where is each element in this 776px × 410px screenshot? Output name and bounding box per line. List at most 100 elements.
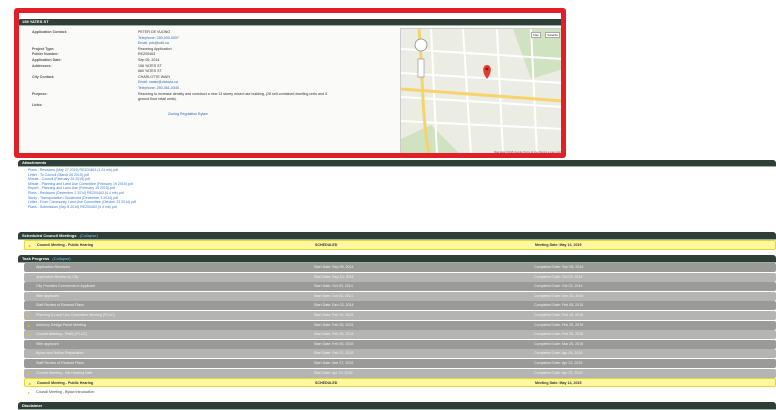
task-name: Advisory Design Panel Meeting: [36, 322, 86, 327]
task-row[interactable]: ▸ Council Meeting - Bylaw Introduction: [24, 387, 776, 397]
attachment-link[interactable]: Plans - Submission (Sep 8 2014) REZ00463…: [28, 205, 408, 210]
arrow-right-icon: ▸: [28, 313, 31, 318]
meetings-title: Scheduled Council Meetings: [22, 233, 77, 238]
task-completed: Completed Date: Feb 25, 2015: [534, 322, 584, 327]
arrow-right-icon: ▸: [28, 389, 31, 395]
task-completed: Meeting Date: May 14, 2015: [535, 381, 582, 386]
map-type-button[interactable]: Map: [531, 32, 541, 38]
field-value: Rezoning Application: [138, 46, 172, 51]
task-row[interactable]: With applicant Start Date: Oct 03, 2014 Co…: [24, 291, 776, 301]
field-label: Application Contact:: [32, 30, 68, 34]
map-footer: Map data ©2015 Google Terms of Use Repor…: [494, 151, 561, 154]
task-name: Planning & Land Use Committee Meeting (P…: [36, 313, 115, 317]
meeting-row[interactable]: ▸ Council Meeting - Public Hearing SCHED…: [24, 240, 776, 250]
meeting-status: SCHEDULED: [315, 243, 338, 247]
task-row[interactable]: ▸ Planning & Land Use Committee Meeting (…: [24, 311, 776, 320]
tasks-collapse-link[interactable]: (Collapse): [52, 256, 70, 261]
task-name: Bylaw and Notice Preparation: [36, 351, 84, 356]
detail-panel: Application Contact: PETER DE VUONO Teleph…: [18, 26, 566, 156]
task-row[interactable]: Staff Review of Revised Plans Start Date:…: [24, 359, 776, 368]
task-start: Start Date: Feb 19, 2015: [314, 313, 354, 317]
task-start: Start Date: Feb 25, 2015: [314, 322, 354, 327]
arrow-right-icon: ▸: [29, 243, 32, 248]
attachments-title: Attachments: [22, 160, 47, 165]
task-completed: Completed Date: Dec 03, 2014: [534, 293, 584, 298]
task-completed: Completed Date: Oct 03, 2014: [534, 274, 583, 279]
field-value[interactable]: Email: cwain@victoria.ca: [138, 80, 178, 84]
task-completed: Completed Date: Sep 05, 2014: [534, 265, 584, 269]
task-start: Start Date: Sep 05, 2014: [314, 265, 354, 269]
task-row[interactable]: ▸ Advisory Design Panel Meeting Start Date…: [24, 320, 776, 330]
task-name: Staff Review of Revised Plans: [36, 361, 85, 365]
field-value[interactable]: Zoning Regulation Bylaw: [168, 112, 208, 116]
field-value[interactable]: Telephone: 250-000-0097: [138, 36, 179, 40]
disclaimer-header: Disclaimer: [18, 402, 776, 410]
tasks-header: Task Progress (Collapse): [18, 255, 776, 263]
task-start: Start Date: Feb 26, 2015: [314, 332, 354, 337]
tasks-title: Task Progress: [22, 256, 50, 261]
task-completed: Completed Date: Feb 19, 2015: [534, 313, 584, 317]
field-value: REZ00463: [138, 52, 156, 57]
task-name: Council Meeting - Bylaw Introduction: [36, 389, 95, 394]
attachments-header: Attachments: [18, 160, 776, 167]
task-start: Start Date: Sep 10, 2014: [314, 274, 354, 279]
task-row[interactable]: Bylaw and Notice Preparation Start Date: …: [24, 349, 776, 359]
task-name: Application Review by City: [36, 274, 79, 279]
field-value: Rezoning to increase density and constru…: [138, 91, 327, 96]
field-value: 660 YATES ST: [138, 69, 162, 74]
task-name: Application Received: [36, 265, 70, 269]
task-row[interactable]: Staff Review of Revised Plans Start Date:…: [24, 301, 776, 311]
map-streets: [401, 29, 563, 155]
field-value[interactable]: Telephone: 250-361-0340: [138, 86, 179, 90]
arrow-right-icon: ▸: [28, 332, 31, 338]
field-label: Project Type:: [32, 46, 55, 51]
task-row[interactable]: ▸ Council Meeting - Set Hearing Date Start…: [24, 368, 776, 378]
field-value: ground floor retail units).: [138, 97, 177, 102]
task-start: Start Date: Mar 27, 2015: [314, 361, 354, 365]
field-value: 158 YATES ST: [138, 63, 162, 68]
field-value: Sep 05, 2014: [138, 58, 160, 62]
task-row[interactable]: Application Review by City Start Date: Se…: [24, 272, 776, 282]
meetings-collapse-link[interactable]: (Collapse): [80, 233, 98, 238]
field-label: Addresses:: [32, 63, 52, 68]
field-label: Purpose:: [32, 91, 48, 96]
task-name: Staff Review of Revised Plans: [36, 303, 85, 308]
meeting-name: Council Meeting - Public Hearing: [37, 243, 94, 247]
meeting-date: Meeting Date: May 14, 2015: [535, 243, 582, 247]
task-name: With applicant: [36, 341, 59, 346]
meetings-header: Scheduled Council Meetings (Collapse): [18, 232, 776, 240]
task-row[interactable]: ▸ Council Meeting - Public Hearing SCHEDUL…: [24, 378, 776, 388]
field-label: City Contact:: [32, 74, 55, 79]
task-start: Start Date: Oct 03, 2014: [314, 284, 353, 289]
task-completed: Completed Date: Oct 03, 2014: [534, 284, 583, 289]
detail-title: 158 YATES ST: [22, 19, 49, 24]
task-completed: Completed Date: Apr 09, 2015: [534, 351, 583, 356]
task-row[interactable]: Application Received Start Date: Sep 05, …: [24, 263, 776, 272]
task-start: Start Date: Apr 23, 2015: [314, 370, 353, 375]
arrow-right-icon: ▸: [28, 322, 31, 328]
field-value: PETER DE VUONO: [138, 30, 171, 34]
task-row[interactable]: ▸ Council Meeting - Ratify (PLUC) Start Da…: [24, 330, 776, 340]
disclaimer-title: Disclaimer: [22, 403, 43, 408]
field-value: CHARLOTTE WAIN: [138, 74, 171, 79]
location-map[interactable]: Map Satellite Map data ©2015 Google Term…: [400, 28, 564, 156]
task-name: Council Meeting - Set Hearing Date: [36, 370, 93, 375]
satellite-type-button[interactable]: Satellite: [545, 32, 560, 38]
task-completed: Completed Date: Apr 23, 2015: [534, 370, 583, 375]
task-start: Start Date: Feb 27, 2015: [314, 351, 354, 356]
field-label: Application Date:: [32, 58, 62, 62]
task-start: Start Date: Dec 03, 2014: [314, 303, 354, 308]
arrow-right-icon: ▸: [28, 370, 31, 376]
field-label: Folder Number:: [32, 52, 59, 57]
task-row[interactable]: With applicant Start Date: Feb 26, 2015 Co…: [24, 339, 776, 349]
task-completed: Completed Date: Feb 05, 2015: [534, 303, 584, 308]
task-start: Start Date: Oct 03, 2014: [314, 293, 353, 298]
task-name: City Provides Comments to Applicant: [36, 284, 96, 289]
detail-header: 158 YATES ST: [18, 19, 566, 26]
task-completed: Completed Date: Feb 26, 2015: [534, 332, 584, 337]
task-row[interactable]: City Provides Comments to Applicant Start…: [24, 282, 776, 292]
field-label: Links:: [32, 102, 43, 107]
task-completed: Completed Date: Mar 26, 2015: [534, 341, 584, 346]
attachments-list: Plans - Revisions (May 27 2015) REZ00463…: [28, 168, 408, 209]
field-value[interactable]: Email: pdv@cdtl.ca: [138, 41, 169, 45]
